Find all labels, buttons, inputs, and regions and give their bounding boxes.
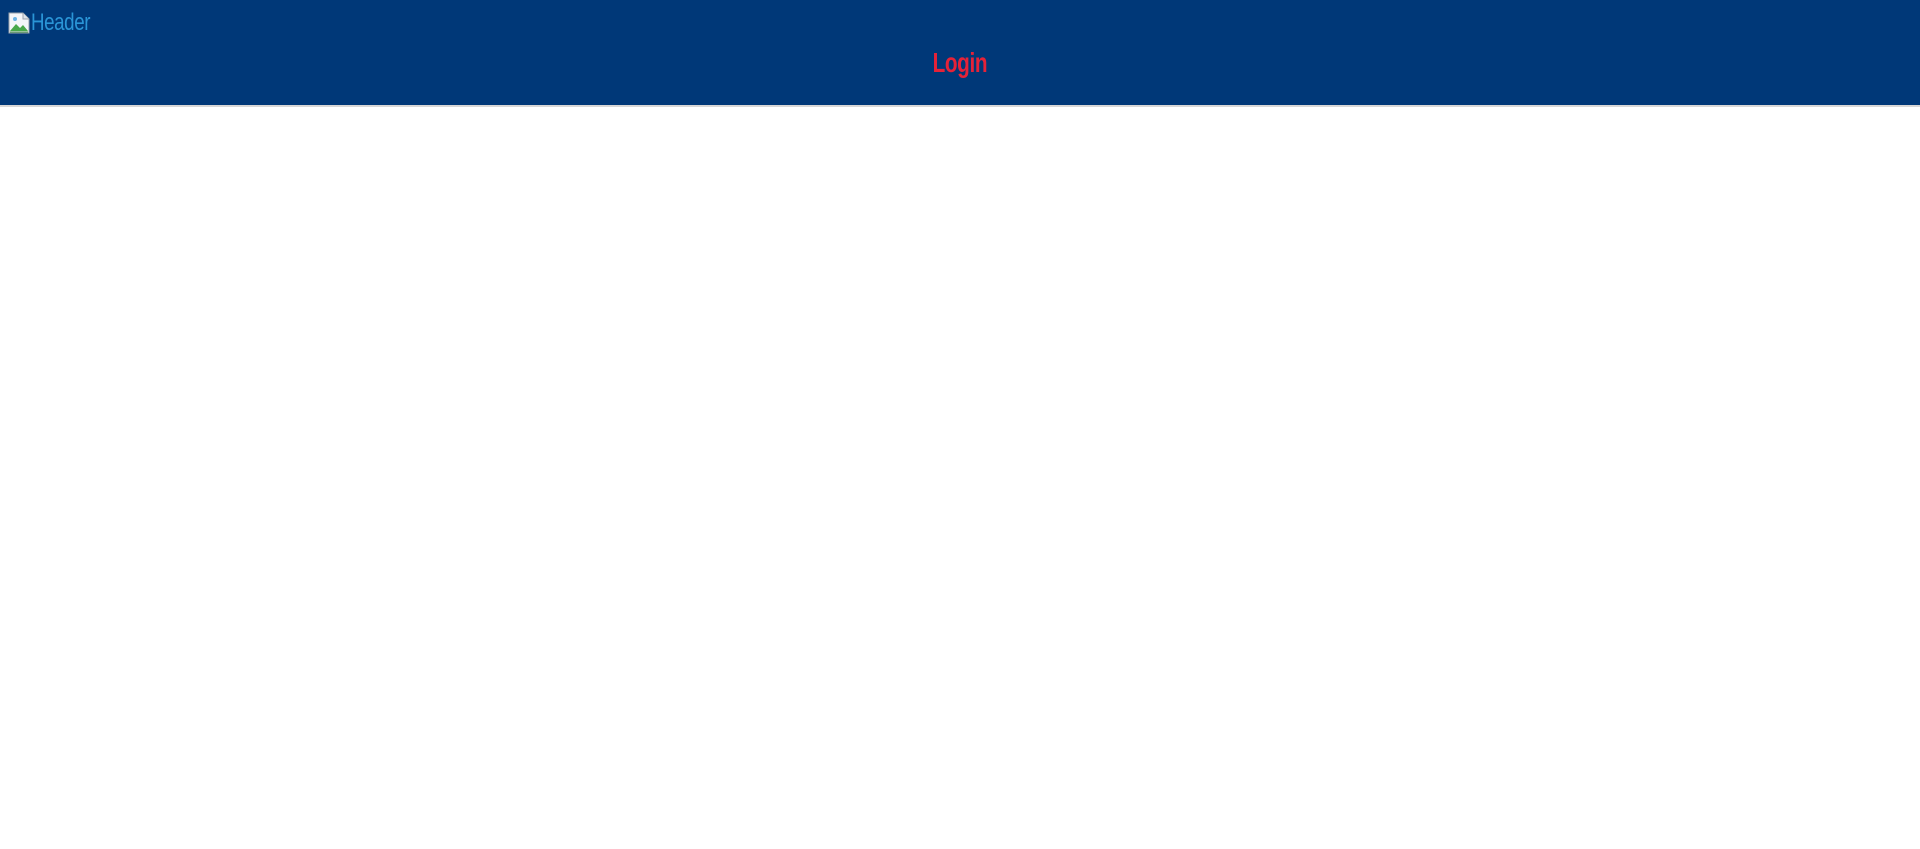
login-link[interactable]: Login: [0, 45, 1920, 86]
header-image-link[interactable]: Header: [7, 8, 107, 38]
main-content: [0, 107, 1920, 849]
login-link-label: Login: [932, 47, 988, 78]
header-image-alt-text: Header: [31, 9, 91, 36]
site-header: Header Login: [0, 0, 1920, 107]
broken-image-icon: [8, 12, 30, 34]
